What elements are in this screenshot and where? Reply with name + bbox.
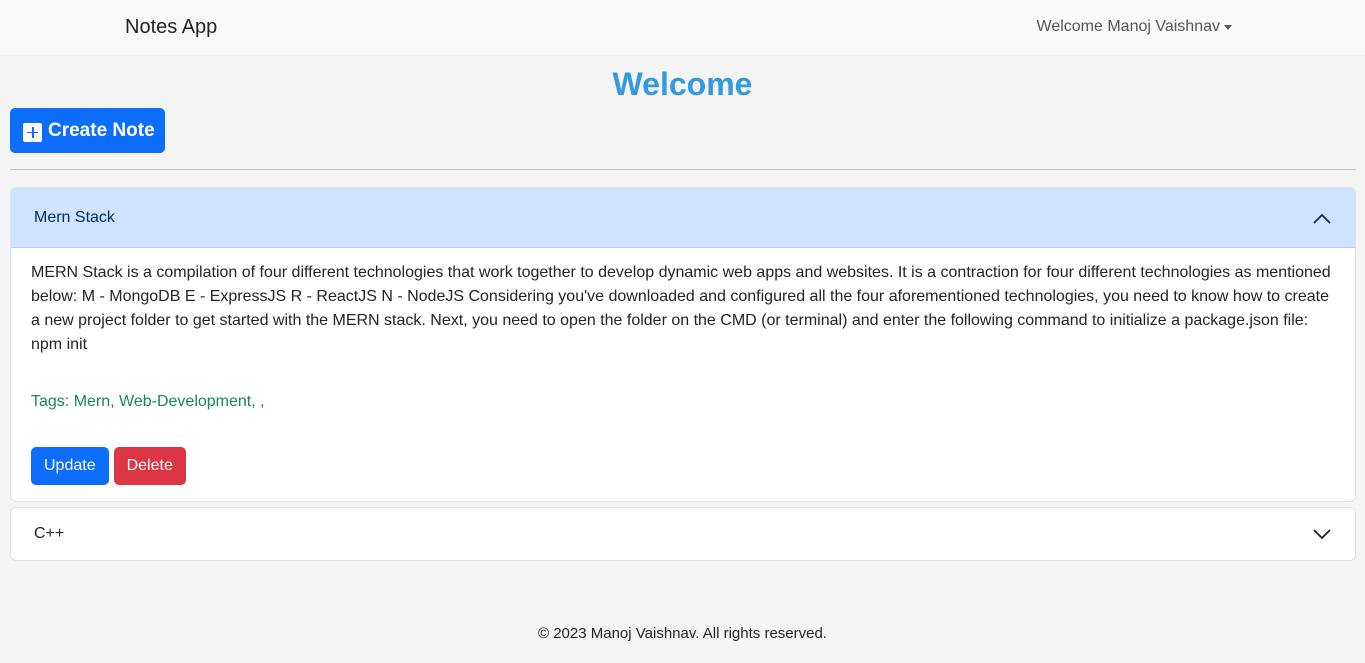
brand-link[interactable]: Notes App — [125, 16, 217, 39]
caret-down-icon — [1224, 25, 1232, 30]
note-title: Mern Stack — [34, 209, 115, 226]
page-title: Welcome — [612, 66, 753, 102]
divider — [10, 169, 1356, 170]
note-tags: Tags: Mern, Web-Development, , — [31, 393, 265, 410]
note-body: MERN Stack is a compilation of four diff… — [11, 248, 1355, 501]
user-menu-label: Welcome Manoj Vaishnav — [1036, 18, 1221, 35]
user-menu-dropdown[interactable]: Welcome Manoj Vaishnav — [1036, 18, 1232, 36]
chevron-down-icon — [1313, 528, 1331, 540]
navbar: Notes App Welcome Manoj Vaishnav — [0, 0, 1365, 55]
note-title: C++ — [34, 525, 65, 542]
delete-button[interactable]: Delete — [113, 447, 186, 485]
note-header-mern-stack[interactable]: Mern Stack — [11, 188, 1355, 248]
notes-accordion: Mern Stack MERN Stack is a compilation o… — [10, 187, 1356, 561]
note-header-cpp[interactable]: C++ — [11, 508, 1355, 560]
note-card: C++ — [10, 507, 1356, 561]
create-note-button[interactable]: Create Note — [10, 108, 165, 153]
footer-copyright: © 2023 Manoj Vaishnav. All rights reserv… — [538, 625, 827, 642]
update-button[interactable]: Update — [31, 447, 109, 485]
plus-square-icon — [23, 122, 42, 142]
note-actions: Update Delete — [31, 447, 1335, 485]
chevron-up-icon — [1313, 213, 1331, 224]
note-card: Mern Stack MERN Stack is a compilation o… — [10, 187, 1356, 502]
create-note-label: Create Note — [48, 119, 155, 141]
note-content: MERN Stack is a compilation of four diff… — [31, 264, 1331, 353]
